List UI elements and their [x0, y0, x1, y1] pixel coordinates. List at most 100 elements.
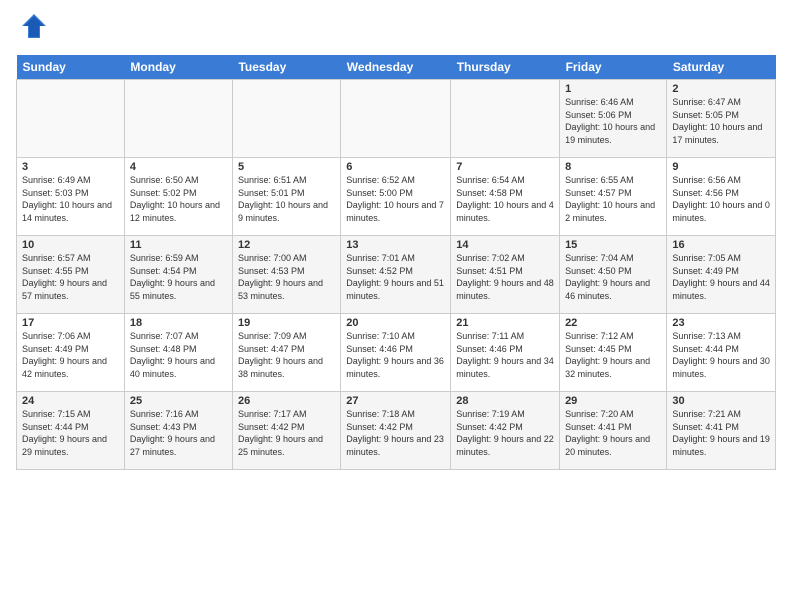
col-header-sunday: Sunday [17, 55, 125, 80]
day-number: 21 [456, 317, 554, 329]
day-info: Sunrise: 7:00 AM Sunset: 4:53 PM Dayligh… [238, 252, 335, 302]
day-info: Sunrise: 7:18 AM Sunset: 4:42 PM Dayligh… [346, 408, 445, 458]
calendar-cell: 3Sunrise: 6:49 AM Sunset: 5:03 PM Daylig… [17, 158, 125, 236]
calendar-cell: 14Sunrise: 7:02 AM Sunset: 4:51 PM Dayli… [451, 236, 560, 314]
day-info: Sunrise: 7:02 AM Sunset: 4:51 PM Dayligh… [456, 252, 554, 302]
day-info: Sunrise: 7:10 AM Sunset: 4:46 PM Dayligh… [346, 330, 445, 380]
calendar-cell: 1Sunrise: 6:46 AM Sunset: 5:06 PM Daylig… [560, 80, 667, 158]
calendar-cell [124, 80, 232, 158]
calendar-cell: 27Sunrise: 7:18 AM Sunset: 4:42 PM Dayli… [341, 392, 451, 470]
page-header [16, 12, 776, 45]
day-info: Sunrise: 7:12 AM Sunset: 4:45 PM Dayligh… [565, 330, 661, 380]
day-number: 29 [565, 395, 661, 407]
calendar-cell: 25Sunrise: 7:16 AM Sunset: 4:43 PM Dayli… [124, 392, 232, 470]
day-number: 5 [238, 161, 335, 173]
calendar-table: SundayMondayTuesdayWednesdayThursdayFrid… [16, 55, 776, 470]
day-info: Sunrise: 7:17 AM Sunset: 4:42 PM Dayligh… [238, 408, 335, 458]
page-container: SundayMondayTuesdayWednesdayThursdayFrid… [0, 0, 792, 478]
calendar-cell [232, 80, 340, 158]
day-number: 19 [238, 317, 335, 329]
calendar-cell: 2Sunrise: 6:47 AM Sunset: 5:05 PM Daylig… [667, 80, 776, 158]
calendar-cell: 30Sunrise: 7:21 AM Sunset: 4:41 PM Dayli… [667, 392, 776, 470]
calendar-cell: 10Sunrise: 6:57 AM Sunset: 4:55 PM Dayli… [17, 236, 125, 314]
day-info: Sunrise: 7:19 AM Sunset: 4:42 PM Dayligh… [456, 408, 554, 458]
header-row: SundayMondayTuesdayWednesdayThursdayFrid… [17, 55, 776, 80]
calendar-cell: 19Sunrise: 7:09 AM Sunset: 4:47 PM Dayli… [232, 314, 340, 392]
day-number: 25 [130, 395, 227, 407]
calendar-cell: 20Sunrise: 7:10 AM Sunset: 4:46 PM Dayli… [341, 314, 451, 392]
day-number: 13 [346, 239, 445, 251]
calendar-week-5: 24Sunrise: 7:15 AM Sunset: 4:44 PM Dayli… [17, 392, 776, 470]
calendar-cell [17, 80, 125, 158]
calendar-cell: 9Sunrise: 6:56 AM Sunset: 4:56 PM Daylig… [667, 158, 776, 236]
day-number: 24 [22, 395, 119, 407]
day-number: 30 [672, 395, 770, 407]
day-info: Sunrise: 6:49 AM Sunset: 5:03 PM Dayligh… [22, 174, 119, 224]
calendar-cell: 8Sunrise: 6:55 AM Sunset: 4:57 PM Daylig… [560, 158, 667, 236]
day-number: 3 [22, 161, 119, 173]
day-info: Sunrise: 6:59 AM Sunset: 4:54 PM Dayligh… [130, 252, 227, 302]
calendar-cell: 11Sunrise: 6:59 AM Sunset: 4:54 PM Dayli… [124, 236, 232, 314]
day-number: 27 [346, 395, 445, 407]
day-number: 12 [238, 239, 335, 251]
day-info: Sunrise: 7:06 AM Sunset: 4:49 PM Dayligh… [22, 330, 119, 380]
calendar-cell: 13Sunrise: 7:01 AM Sunset: 4:52 PM Dayli… [341, 236, 451, 314]
day-info: Sunrise: 6:51 AM Sunset: 5:01 PM Dayligh… [238, 174, 335, 224]
day-number: 6 [346, 161, 445, 173]
calendar-cell: 21Sunrise: 7:11 AM Sunset: 4:46 PM Dayli… [451, 314, 560, 392]
calendar-cell: 18Sunrise: 7:07 AM Sunset: 4:48 PM Dayli… [124, 314, 232, 392]
day-info: Sunrise: 7:09 AM Sunset: 4:47 PM Dayligh… [238, 330, 335, 380]
calendar-week-3: 10Sunrise: 6:57 AM Sunset: 4:55 PM Dayli… [17, 236, 776, 314]
day-number: 22 [565, 317, 661, 329]
calendar-cell: 24Sunrise: 7:15 AM Sunset: 4:44 PM Dayli… [17, 392, 125, 470]
day-info: Sunrise: 7:20 AM Sunset: 4:41 PM Dayligh… [565, 408, 661, 458]
day-number: 20 [346, 317, 445, 329]
day-info: Sunrise: 7:13 AM Sunset: 4:44 PM Dayligh… [672, 330, 770, 380]
day-number: 1 [565, 83, 661, 95]
day-info: Sunrise: 7:15 AM Sunset: 4:44 PM Dayligh… [22, 408, 119, 458]
day-number: 15 [565, 239, 661, 251]
col-header-friday: Friday [560, 55, 667, 80]
calendar-week-2: 3Sunrise: 6:49 AM Sunset: 5:03 PM Daylig… [17, 158, 776, 236]
logo [16, 12, 48, 45]
calendar-cell: 26Sunrise: 7:17 AM Sunset: 4:42 PM Dayli… [232, 392, 340, 470]
day-info: Sunrise: 6:55 AM Sunset: 4:57 PM Dayligh… [565, 174, 661, 224]
calendar-cell: 23Sunrise: 7:13 AM Sunset: 4:44 PM Dayli… [667, 314, 776, 392]
day-info: Sunrise: 7:07 AM Sunset: 4:48 PM Dayligh… [130, 330, 227, 380]
calendar-cell: 17Sunrise: 7:06 AM Sunset: 4:49 PM Dayli… [17, 314, 125, 392]
day-number: 10 [22, 239, 119, 251]
day-number: 2 [672, 83, 770, 95]
calendar-cell: 7Sunrise: 6:54 AM Sunset: 4:58 PM Daylig… [451, 158, 560, 236]
day-number: 28 [456, 395, 554, 407]
col-header-monday: Monday [124, 55, 232, 80]
day-number: 14 [456, 239, 554, 251]
calendar-cell: 15Sunrise: 7:04 AM Sunset: 4:50 PM Dayli… [560, 236, 667, 314]
calendar-cell: 5Sunrise: 6:51 AM Sunset: 5:01 PM Daylig… [232, 158, 340, 236]
day-info: Sunrise: 7:01 AM Sunset: 4:52 PM Dayligh… [346, 252, 445, 302]
col-header-tuesday: Tuesday [232, 55, 340, 80]
day-number: 7 [456, 161, 554, 173]
calendar-week-1: 1Sunrise: 6:46 AM Sunset: 5:06 PM Daylig… [17, 80, 776, 158]
day-number: 18 [130, 317, 227, 329]
col-header-saturday: Saturday [667, 55, 776, 80]
calendar-cell [341, 80, 451, 158]
calendar-cell: 6Sunrise: 6:52 AM Sunset: 5:00 PM Daylig… [341, 158, 451, 236]
day-info: Sunrise: 6:50 AM Sunset: 5:02 PM Dayligh… [130, 174, 227, 224]
day-number: 16 [672, 239, 770, 251]
calendar-cell: 28Sunrise: 7:19 AM Sunset: 4:42 PM Dayli… [451, 392, 560, 470]
day-number: 26 [238, 395, 335, 407]
calendar-cell: 4Sunrise: 6:50 AM Sunset: 5:02 PM Daylig… [124, 158, 232, 236]
calendar-cell: 29Sunrise: 7:20 AM Sunset: 4:41 PM Dayli… [560, 392, 667, 470]
day-number: 23 [672, 317, 770, 329]
day-info: Sunrise: 6:52 AM Sunset: 5:00 PM Dayligh… [346, 174, 445, 224]
day-info: Sunrise: 6:47 AM Sunset: 5:05 PM Dayligh… [672, 96, 770, 146]
calendar-cell [451, 80, 560, 158]
day-info: Sunrise: 6:57 AM Sunset: 4:55 PM Dayligh… [22, 252, 119, 302]
day-number: 17 [22, 317, 119, 329]
day-info: Sunrise: 7:04 AM Sunset: 4:50 PM Dayligh… [565, 252, 661, 302]
day-info: Sunrise: 7:21 AM Sunset: 4:41 PM Dayligh… [672, 408, 770, 458]
day-number: 9 [672, 161, 770, 173]
col-header-thursday: Thursday [451, 55, 560, 80]
day-number: 4 [130, 161, 227, 173]
day-info: Sunrise: 6:54 AM Sunset: 4:58 PM Dayligh… [456, 174, 554, 224]
